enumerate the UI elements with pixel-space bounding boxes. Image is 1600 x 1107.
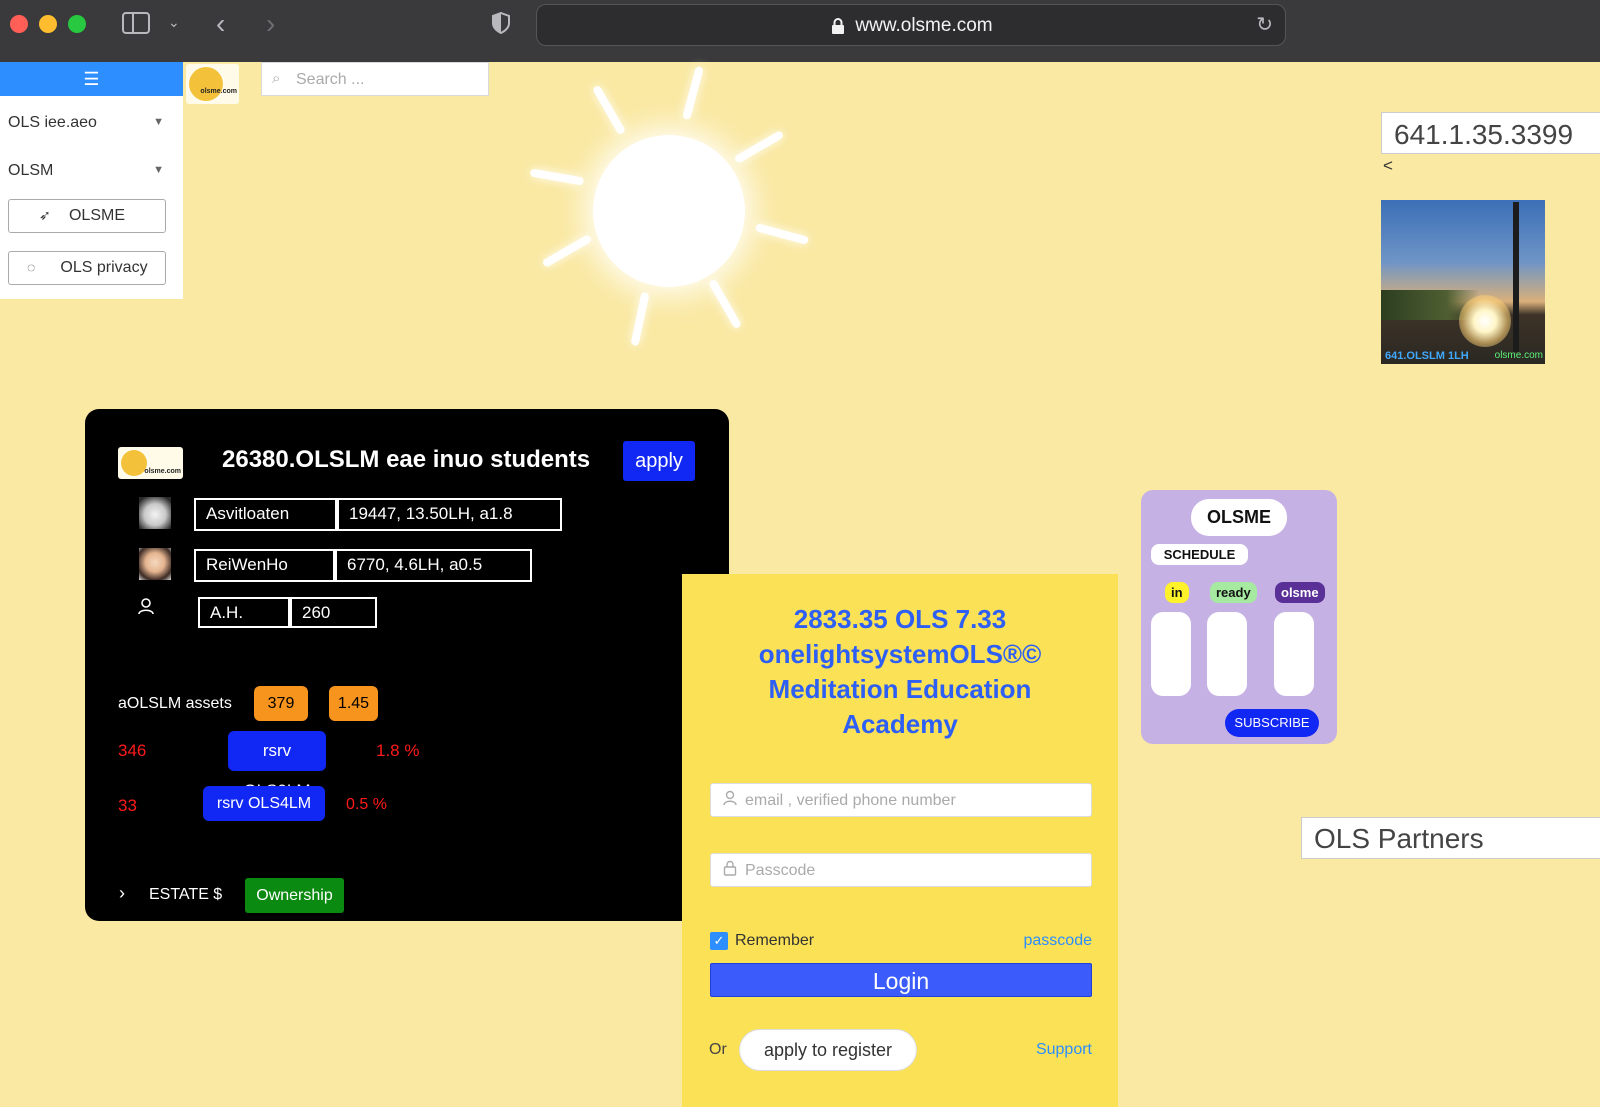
apply-button[interactable]: apply (623, 441, 695, 481)
chevron-down-icon: ▼ (153, 116, 164, 128)
photo-site-label: olsme.com (1494, 350, 1543, 361)
passcode-field[interactable] (743, 860, 1077, 882)
sidebar-item-label: OLS iee.aeo (8, 114, 97, 131)
shield-icon[interactable] (492, 11, 510, 35)
estate-label: ESTATE $ (149, 886, 223, 903)
sidebar-item-ols-ieeaeo[interactable]: OLS iee.aeo ▼ (8, 114, 176, 132)
olsme-button-label: OLSME (68, 207, 125, 224)
olsme-button[interactable]: ➶ OLSME (8, 199, 166, 233)
lock-icon (723, 860, 737, 880)
title-line: Meditation Education (768, 674, 1032, 704)
status-tag-in: in (1165, 582, 1189, 603)
avatar (139, 548, 171, 580)
ols-privacy-button-label: OLS privacy (60, 259, 148, 276)
schedule-label: SCHEDULE (1151, 544, 1248, 565)
schedule-card: OLSME SCHEDULE in ready olsme SUBSCRIBE (1141, 490, 1337, 744)
email-field[interactable] (743, 790, 1077, 812)
reload-icon[interactable]: ↻ (1256, 12, 1273, 37)
schedule-slot[interactable] (1207, 612, 1247, 696)
phone-number: 641.1.35.3399 (1381, 112, 1600, 154)
collapse-arrow[interactable]: < (1383, 156, 1393, 176)
title-line: 2833.35 OLS 7.33 (793, 604, 1007, 634)
students-card: olsme.com 26380.OLSLM eae inuo students … (85, 409, 729, 921)
card-logo: olsme.com (118, 447, 183, 479)
reserve-ols4lm-button[interactable]: rsrv OLS4LM (203, 786, 325, 821)
reserve-ols9lm-button[interactable]: rsrv OLS9LM (228, 731, 326, 800)
avatar (139, 497, 171, 529)
chevron-down-icon: ▼ (153, 164, 164, 176)
photo-caption: 641.OLSLM 1LH (1385, 350, 1469, 362)
student-stats: 260 (290, 597, 377, 628)
chevron-right-icon[interactable]: › (119, 883, 125, 904)
forward-arrow-icon[interactable]: › (266, 8, 275, 40)
student-name: ReiWenHo (194, 549, 335, 582)
sidebar: ☰ OLS iee.aeo ▼ OLSM ▼ ➶ OLSME ◌ OLS pri… (0, 62, 183, 299)
student-name: A.H. (198, 597, 290, 628)
search-icon: ⌕ (272, 70, 281, 87)
login-button[interactable]: Login (710, 963, 1092, 997)
logo-text: olsme.com (144, 468, 181, 475)
passcode-link[interactable]: passcode (1024, 932, 1093, 950)
status-tag-olsme: olsme (1275, 582, 1325, 603)
user-icon (137, 597, 155, 615)
logo-text: olsme.com (200, 88, 237, 95)
email-field-wrapper (710, 783, 1092, 817)
students-title: 26380.OLSLM eae inuo students (222, 446, 591, 473)
menu-toggle-icon[interactable]: ☰ (0, 62, 183, 96)
reserve-percent: 0.5 % (346, 796, 387, 813)
student-stats: 6770, 4.6LH, a0.5 (335, 549, 532, 582)
search-box: ⌕ (261, 62, 489, 96)
or-label: Or (709, 1041, 727, 1058)
browser-toolbar: ⌄ ‹ › www.olsme.com ↻ (0, 0, 1600, 62)
sunset-photo[interactable]: 641.OLSLM 1LH olsme.com (1381, 200, 1545, 364)
minimize-window-button[interactable] (39, 15, 57, 33)
academy-title: 2833.35 OLS 7.33 onelightsystemOLS®© Med… (682, 602, 1118, 742)
reserve-count: 346 (118, 741, 147, 760)
reserve-count: 33 (118, 796, 137, 815)
reserve-percent: 1.8 % (376, 741, 420, 760)
assets-label: aOLSLM assets (118, 695, 232, 712)
ownership-button[interactable]: Ownership (245, 878, 344, 913)
url-text: www.olsme.com (855, 15, 993, 36)
title-line: Academy (842, 709, 958, 739)
status-tag-ready: ready (1210, 582, 1257, 603)
checkbox-icon[interactable]: ✓ (710, 932, 728, 950)
support-link[interactable]: Support (1036, 1041, 1092, 1059)
close-window-button[interactable] (10, 15, 28, 33)
schedule-slot[interactable] (1151, 612, 1191, 696)
ols-partners-box[interactable]: OLS Partners (1301, 817, 1600, 859)
subscribe-button[interactable]: SUBSCRIBE (1225, 709, 1319, 737)
asset-value-badge[interactable]: 379 (254, 686, 308, 721)
apply-to-register-button[interactable]: apply to register (739, 1029, 917, 1071)
chevron-down-icon[interactable]: ⌄ (168, 14, 180, 31)
title-line: onelightsystemOLS®© (758, 639, 1042, 669)
sidebar-icon[interactable] (122, 12, 150, 34)
asset-value-badge[interactable]: 1.45 (329, 686, 378, 721)
maximize-window-button[interactable] (68, 15, 86, 33)
sidebar-item-label: OLSM (8, 162, 54, 179)
ols-privacy-button[interactable]: ◌ OLS privacy (8, 251, 166, 285)
passcode-field-wrapper (710, 853, 1092, 887)
olsme-badge[interactable]: OLSME (1191, 499, 1287, 536)
user-icon (723, 790, 737, 810)
search-input[interactable] (294, 68, 478, 92)
remember-label: Remember (735, 932, 815, 949)
schedule-slot[interactable] (1274, 612, 1314, 696)
address-bar[interactable]: www.olsme.com ↻ (536, 4, 1286, 46)
sidebar-item-olsm[interactable]: OLSM ▼ (8, 162, 176, 180)
student-stats: 19447, 13.50LH, a1.8 (337, 498, 562, 531)
site-logo[interactable]: olsme.com (186, 64, 239, 104)
back-arrow-icon[interactable]: ‹ (216, 8, 225, 40)
student-name: Asvitloaten (194, 498, 337, 531)
login-panel: 2833.35 OLS 7.33 onelightsystemOLS®© Med… (682, 574, 1118, 1107)
